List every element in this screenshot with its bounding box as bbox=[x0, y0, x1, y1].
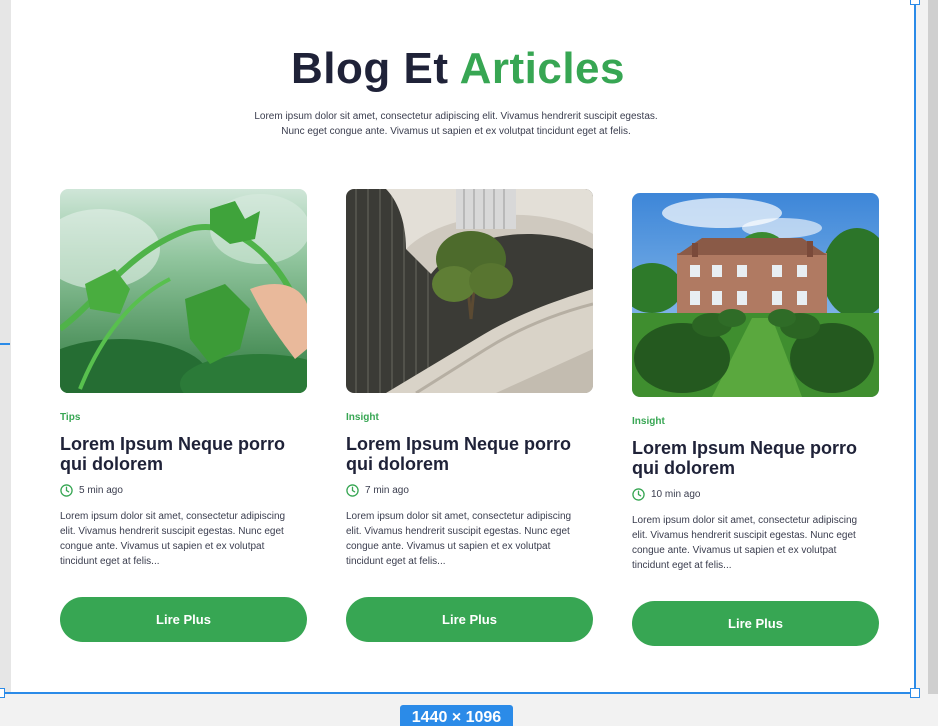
card-excerpt: Lorem ipsum dolor sit amet, consectetur … bbox=[632, 515, 858, 571]
card-meta: 10 min ago bbox=[632, 487, 880, 501]
frame-size-badge: 1440 × 1096 bbox=[400, 705, 513, 726]
blog-card-1: Tips Lorem Ipsum Neque porro qui dolorem… bbox=[60, 189, 308, 642]
card-read-time: 10 min ago bbox=[651, 488, 701, 500]
resize-handle-bottom-right[interactable] bbox=[910, 688, 920, 698]
card-title[interactable]: Lorem Ipsum Neque porro qui dolorem bbox=[632, 438, 880, 478]
card-meta: 5 min ago bbox=[60, 483, 308, 497]
card-read-time: 5 min ago bbox=[79, 484, 123, 496]
clock-icon bbox=[346, 483, 359, 497]
read-more-button[interactable]: Lire Plus bbox=[60, 597, 307, 642]
subtitle-line-2: Nunc eget congue ante. Vivamus ut sapien… bbox=[281, 126, 631, 137]
card-title[interactable]: Lorem Ipsum Neque porro qui dolorem bbox=[346, 434, 594, 474]
title-dark-part: Blog Et bbox=[291, 44, 449, 93]
frame-midpoint-marker bbox=[0, 343, 10, 345]
title-accent-part: Articles bbox=[459, 44, 625, 93]
blog-card-2: Insight Lorem Ipsum Neque porro qui dolo… bbox=[346, 189, 594, 642]
subtitle-line-1: Lorem ipsum dolor sit amet, consectetur … bbox=[254, 111, 658, 122]
clock-icon bbox=[60, 483, 73, 497]
card-category: Tips bbox=[60, 412, 81, 423]
card-category: Insight bbox=[632, 416, 665, 427]
card-read-time: 7 min ago bbox=[365, 484, 409, 496]
card-title[interactable]: Lorem Ipsum Neque porro qui dolorem bbox=[60, 434, 308, 474]
card-excerpt: Lorem ipsum dolor sit amet, consectetur … bbox=[346, 511, 572, 567]
vine-plant-photo bbox=[60, 189, 307, 393]
frame-border-right bbox=[914, 0, 916, 694]
resize-handle-top-right[interactable] bbox=[910, 0, 920, 5]
card-meta: 7 min ago bbox=[346, 483, 594, 497]
resize-handle-bottom-left[interactable] bbox=[0, 688, 5, 698]
read-more-button[interactable]: Lire Plus bbox=[346, 597, 593, 642]
page-subtitle: Lorem ipsum dolor sit amet, consectetur … bbox=[216, 109, 696, 139]
read-more-button[interactable]: Lire Plus bbox=[632, 601, 879, 646]
clock-icon bbox=[632, 487, 645, 501]
spiral-stair-tree-photo bbox=[346, 189, 593, 393]
canvas-scrollbar[interactable] bbox=[928, 0, 938, 726]
card-image-manor[interactable] bbox=[632, 193, 879, 397]
card-image-stair[interactable] bbox=[346, 189, 593, 393]
blog-card-3: Insight Lorem Ipsum Neque porro qui dolo… bbox=[632, 193, 880, 646]
page-title: Blog Et Articles bbox=[0, 44, 916, 94]
card-excerpt: Lorem ipsum dolor sit amet, consectetur … bbox=[60, 511, 286, 567]
frame-border-bottom bbox=[0, 692, 916, 694]
card-image-vine[interactable] bbox=[60, 189, 307, 393]
manor-garden-photo bbox=[632, 193, 879, 397]
card-category: Insight bbox=[346, 412, 379, 423]
